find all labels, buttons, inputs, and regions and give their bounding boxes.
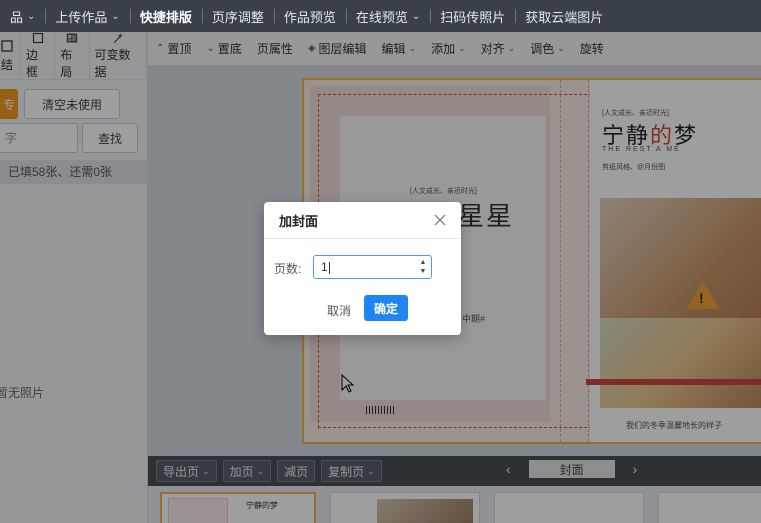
cancel-button[interactable]: 取消 — [325, 299, 353, 322]
nav-label: 快捷排版 — [139, 9, 192, 25]
nav-label: 扫码传照片 — [440, 9, 506, 25]
chevron-down-icon: ⌄ — [27, 10, 36, 22]
top-nav-bar: 品 ⌄ 上传作品 ⌄ 快捷排版 页序调整 作品预览 在线预览 ⌄ 扫码传照片 获取云端… — [0, 0, 761, 32]
nav-item-scan-upload[interactable]: 扫码传照片 — [430, 0, 515, 32]
nav-item-online-preview[interactable]: 在线预览 ⌄ — [345, 0, 430, 32]
nav-item-page-order[interactable]: 页序调整 — [201, 0, 274, 32]
button-label: 确定 — [373, 301, 398, 316]
page-count-input[interactable]: 1 ▲ ▼ — [313, 255, 432, 279]
nav-label: 页序调整 — [211, 9, 264, 25]
nav-label: 品 — [10, 9, 24, 25]
nav-label: 上传作品 — [55, 9, 108, 25]
add-cover-dialog: 加封面 页数: 1 ▲ ▼ 取消 确定 — [264, 202, 461, 335]
dialog-title: 加封面 — [279, 213, 319, 229]
nav-item-cloud-images[interactable]: 获取云端图片 — [515, 0, 613, 32]
text-caret — [328, 261, 330, 274]
nav-label: 获取云端图片 — [525, 9, 604, 25]
nav-item-preview[interactable]: 作品预览 — [273, 0, 346, 32]
confirm-button[interactable]: 确定 — [364, 295, 408, 321]
chevron-down-icon: ⌄ — [411, 10, 421, 22]
nav-item-upload[interactable]: 上传作品 ⌄ — [45, 0, 129, 32]
page-count-label: 页数: — [274, 262, 302, 276]
nav-label: 作品预览 — [283, 9, 336, 25]
nav-item-quick-layout[interactable]: 快捷排版 — [129, 0, 202, 32]
page-count-value: 1 — [321, 260, 328, 274]
close-icon[interactable] — [431, 211, 449, 229]
quantity-stepper[interactable]: ▲ ▼ — [415, 256, 431, 278]
stepper-up-icon[interactable]: ▲ — [420, 258, 427, 267]
chevron-down-icon: ⌄ — [111, 10, 120, 22]
nav-label: 在线预览 — [355, 9, 408, 25]
stepper-down-icon[interactable]: ▼ — [420, 267, 427, 276]
nav-item-works[interactable]: 品 ⌄ — [0, 0, 45, 32]
